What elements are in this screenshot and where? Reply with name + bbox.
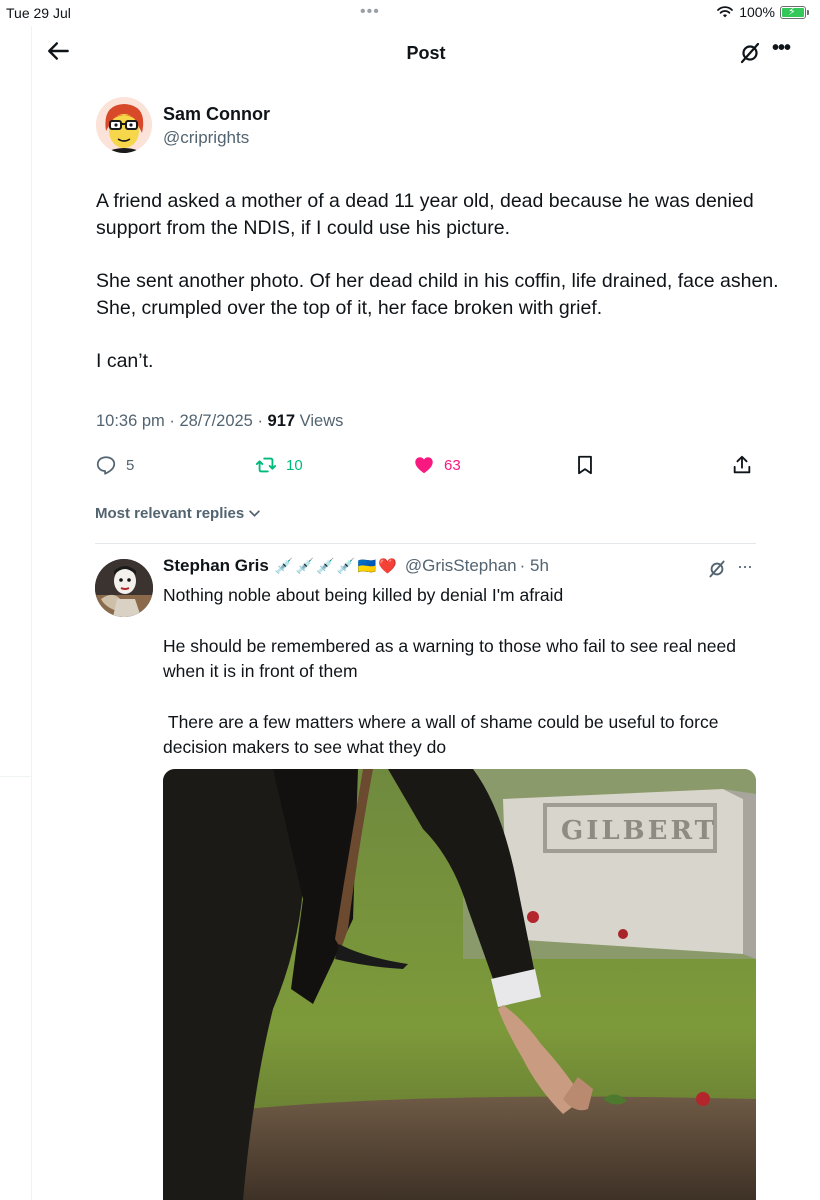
status-time: Tue 29 Jul <box>6 5 71 21</box>
headstone-text: GILBERT <box>561 816 717 846</box>
reply-count: 5 <box>126 456 135 474</box>
post-meta: 10:36 pm · 28/7/2025 · 917 Views <box>96 412 343 431</box>
reply-paragraph: There are a few matters where a wall of … <box>163 712 724 757</box>
avatar[interactable] <box>96 97 152 153</box>
reply-button[interactable]: 5 <box>95 454 134 476</box>
reply-media-photo[interactable]: GILBERT <box>163 769 756 1200</box>
status-right: 100% ⚡ <box>716 4 809 20</box>
divider <box>95 543 756 544</box>
post-paragraph: A friend asked a mother of a dead 11 yea… <box>96 190 754 239</box>
views-label: Views <box>295 412 344 430</box>
more-dots-icon[interactable]: ··· <box>737 556 753 577</box>
reply-header: Stephan Gris 💉💉💉💉🇺🇦❤️ @GrisStephan · 5h <box>163 556 549 576</box>
post-timestamp: 10:36 pm · 28/7/2025 · <box>96 412 268 430</box>
share-button[interactable] <box>731 454 753 476</box>
reply-author-handle[interactable]: @GrisStephan <box>405 556 517 576</box>
more-dots-icon[interactable]: ••• <box>772 37 791 60</box>
post-paragraph: She sent another photo. Of her dead chil… <box>96 270 779 319</box>
bookmark-button[interactable] <box>574 454 596 476</box>
views-count: 917 <box>267 412 296 430</box>
author-handle[interactable]: @criprights <box>163 128 249 148</box>
grok-icon[interactable] <box>707 559 727 579</box>
post-paragraph: I can’t. <box>96 350 154 372</box>
like-count: 63 <box>444 456 461 474</box>
reply-icon <box>96 456 116 475</box>
battery-percent: 100% <box>739 4 775 20</box>
replies-sort-label: Most relevant replies <box>95 505 245 522</box>
post-body: A friend asked a mother of a dead 11 yea… <box>96 188 786 401</box>
grok-icon[interactable] <box>738 41 762 65</box>
status-bar: Tue 29 Jul ••• 100% ⚡ <box>0 0 820 26</box>
reply-avatar[interactable] <box>95 559 153 617</box>
share-icon <box>733 455 751 474</box>
heart-icon <box>415 457 433 474</box>
reply-body: Nothing noble about being killed by deni… <box>163 583 763 786</box>
battery-icon: ⚡ <box>780 5 809 19</box>
chevron-down-icon <box>249 510 260 517</box>
reply-paragraph: He should be remembered as a warning to … <box>163 636 741 681</box>
repost-button[interactable]: 10 <box>255 454 303 476</box>
reply-author-emoji: 💉💉💉💉🇺🇦❤️ <box>274 558 399 575</box>
left-rail <box>0 26 32 1200</box>
post-header: Post ••• <box>32 26 820 82</box>
page-title: Post <box>406 43 446 63</box>
repost-icon <box>255 457 277 473</box>
replies-sort-dropdown[interactable]: Most relevant replies <box>95 505 261 522</box>
like-button[interactable]: 63 <box>413 454 461 476</box>
author-name[interactable]: Sam Connor <box>163 104 270 125</box>
bookmark-icon <box>578 455 592 475</box>
wifi-icon <box>717 6 734 18</box>
reply-author-name[interactable]: Stephan Gris <box>163 556 269 576</box>
reply-paragraph: Nothing noble about being killed by deni… <box>163 585 564 605</box>
repost-count: 10 <box>286 456 303 474</box>
reply-time: · 5h <box>519 556 549 575</box>
multitask-dots[interactable]: ••• <box>360 3 380 21</box>
